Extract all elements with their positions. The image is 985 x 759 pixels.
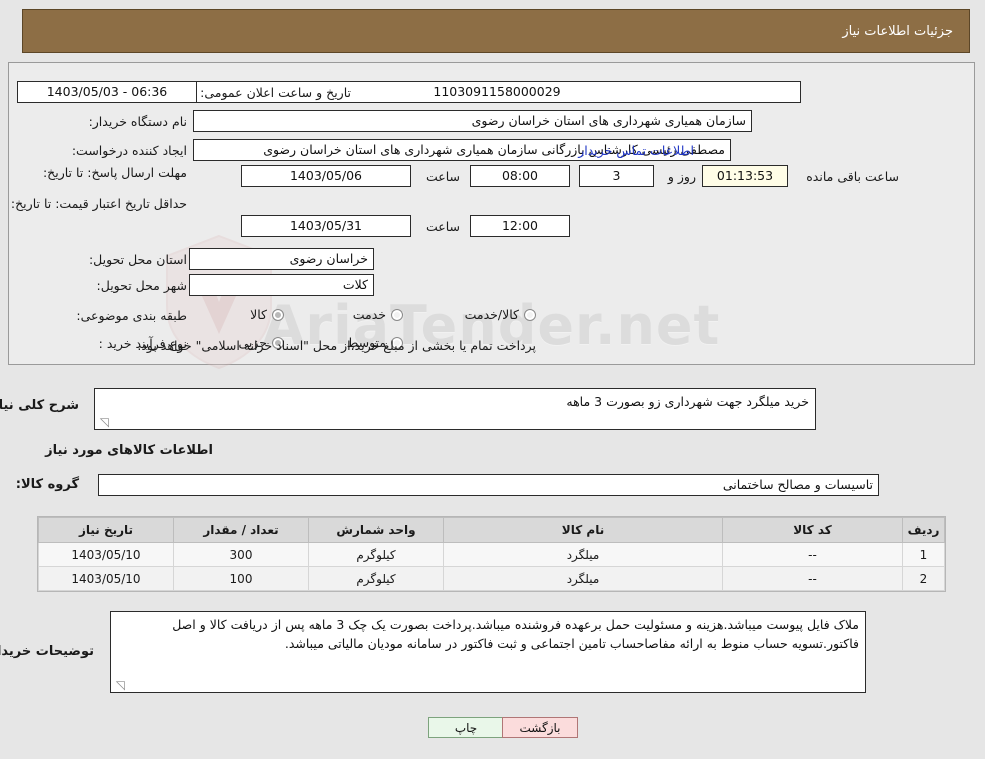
- cell-code: --: [723, 566, 904, 591]
- goods-table-wrapper: ردیف کد کالا نام کالا واحد شمارش تعداد /…: [38, 516, 947, 592]
- col-code: کد کالا: [723, 517, 904, 543]
- need-description-textarea[interactable]: خرید میلگرد جهت شهرداری زو بصورت 3 ماهه …: [95, 388, 817, 430]
- province-field[interactable]: خراسان رضوی: [190, 248, 375, 270]
- radio-category-goods-dot[interactable]: [273, 308, 285, 321]
- remaining-suffix-label: ساعت باقی مانده: [807, 169, 900, 184]
- page-title: جزئیات اطلاعات نیاز: [843, 23, 954, 39]
- col-date: تاریخ نیاز: [39, 517, 175, 543]
- deadline-label: مهلت ارسال پاسخ: تا تاریخ:: [44, 165, 188, 181]
- cell-qty: 100: [174, 566, 310, 591]
- radio-category-service-label: خدمت: [353, 307, 387, 322]
- goods-group-field[interactable]: تاسیسات و مصالح ساختمانی: [99, 474, 880, 496]
- radio-category-service-dot[interactable]: [392, 308, 404, 321]
- radio-category-both-dot[interactable]: [525, 308, 537, 321]
- cell-unit: کیلوگرم: [309, 542, 445, 567]
- price-validity-label: حداقل تاریخ اعتبار قیمت: تا تاریخ:: [12, 196, 188, 212]
- page-title-bar: جزئیات اطلاعات نیاز: [23, 9, 971, 53]
- price-validity-hour-label: ساعت: [426, 219, 461, 234]
- page-root: جزئیات اطلاعات نیاز AriaTender.net شماره…: [0, 0, 985, 759]
- need-description-value: خرید میلگرد جهت شهرداری زو بصورت 3 ماهه: [567, 394, 810, 409]
- col-name: نام کالا: [444, 517, 724, 543]
- col-row: ردیف: [903, 517, 946, 543]
- goods-group-label: گروه کالا:: [16, 477, 80, 492]
- public-announce-field[interactable]: 1403/05/03 - 06:36: [18, 81, 198, 103]
- cell-qty: 300: [174, 542, 310, 567]
- goods-section-title: اطلاعات کالاهای مورد نیاز: [46, 443, 214, 458]
- resize-grip-icon[interactable]: ◹: [98, 416, 110, 428]
- cell-row: 2: [903, 566, 946, 591]
- cell-date: 1403/05/10: [39, 566, 175, 591]
- cell-row: 1: [903, 542, 946, 567]
- deadline-date-field[interactable]: 1403/05/06: [242, 165, 412, 187]
- city-field[interactable]: کلات: [190, 274, 375, 296]
- goods-table-header-row: ردیف کد کالا نام کالا واحد شمارش تعداد /…: [39, 517, 946, 543]
- deadline-time-field[interactable]: 08:00: [471, 165, 571, 187]
- col-unit: واحد شمارش: [309, 517, 445, 543]
- buyer-notes-textarea[interactable]: ملاک فایل پیوست میباشد.هزینه و مسئولیت ح…: [111, 611, 867, 693]
- radio-category-both-label: کالا/خدمت: [465, 307, 520, 322]
- process-note: پرداخت تمام یا بخشی از مبلغ خرید،از محل …: [138, 338, 537, 353]
- remaining-days-field[interactable]: 3: [580, 165, 655, 187]
- col-qty: تعداد / مقدار: [174, 517, 310, 543]
- remaining-timer-field: 01:13:53: [703, 165, 789, 187]
- requester-label: ایجاد کننده درخواست:: [72, 143, 188, 158]
- city-label: شهر محل تحویل:: [97, 278, 188, 293]
- buyer-org-label: نام دستگاه خریدار:: [89, 114, 188, 129]
- cell-unit: کیلوگرم: [309, 566, 445, 591]
- deadline-label-text: مهلت ارسال پاسخ: تا تاریخ:: [43, 165, 188, 180]
- table-row[interactable]: 1 -- میلگرد کیلوگرم 300 1403/05/10: [39, 542, 946, 567]
- category-label: طبقه بندی موضوعی:: [77, 308, 188, 323]
- buyer-contact-link[interactable]: اطلاعات تماس خریدار: [579, 143, 695, 158]
- cell-name: میلگرد: [444, 566, 724, 591]
- goods-table: ردیف کد کالا نام کالا واحد شمارش تعداد /…: [39, 517, 946, 591]
- buyer-notes-value: ملاک فایل پیوست میباشد.هزینه و مسئولیت ح…: [173, 617, 860, 651]
- radio-category-service[interactable]: خدمت: [354, 307, 404, 322]
- cell-date: 1403/05/10: [39, 542, 175, 567]
- table-row[interactable]: 2 -- میلگرد کیلوگرم 100 1403/05/10: [39, 566, 946, 591]
- resize-grip-icon[interactable]: ◹: [114, 679, 126, 691]
- radio-category-goods-label: کالا: [251, 307, 268, 322]
- need-description-label: شرح کلی نیاز:: [0, 398, 80, 413]
- days-and-label: روز و: [668, 169, 697, 184]
- cell-name: میلگرد: [444, 542, 724, 567]
- back-button[interactable]: بازگشت: [503, 717, 579, 738]
- price-validity-date-field[interactable]: 1403/05/31: [242, 215, 412, 237]
- radio-category-both[interactable]: کالا/خدمت: [466, 307, 537, 322]
- public-announce-label: تاریخ و ساعت اعلان عمومی:: [201, 85, 352, 100]
- radio-category-goods[interactable]: کالا: [251, 307, 285, 322]
- cell-code: --: [723, 542, 904, 567]
- goods-table-body: 1 -- میلگرد کیلوگرم 300 1403/05/10 2 -- …: [39, 542, 946, 591]
- print-button[interactable]: چاپ: [429, 717, 505, 738]
- goods-table-head: ردیف کد کالا نام کالا واحد شمارش تعداد /…: [39, 517, 946, 543]
- price-validity-label-text: حداقل تاریخ اعتبار قیمت: تا تاریخ:: [11, 196, 188, 211]
- buyer-org-field[interactable]: سازمان همیاری شهرداری های استان خراسان ر…: [194, 110, 753, 132]
- buyer-notes-label: توضیحات خریدار:: [0, 644, 95, 659]
- province-label: استان محل تحویل:: [89, 252, 188, 267]
- deadline-hour-label: ساعت: [426, 169, 461, 184]
- price-validity-time-field[interactable]: 12:00: [471, 215, 571, 237]
